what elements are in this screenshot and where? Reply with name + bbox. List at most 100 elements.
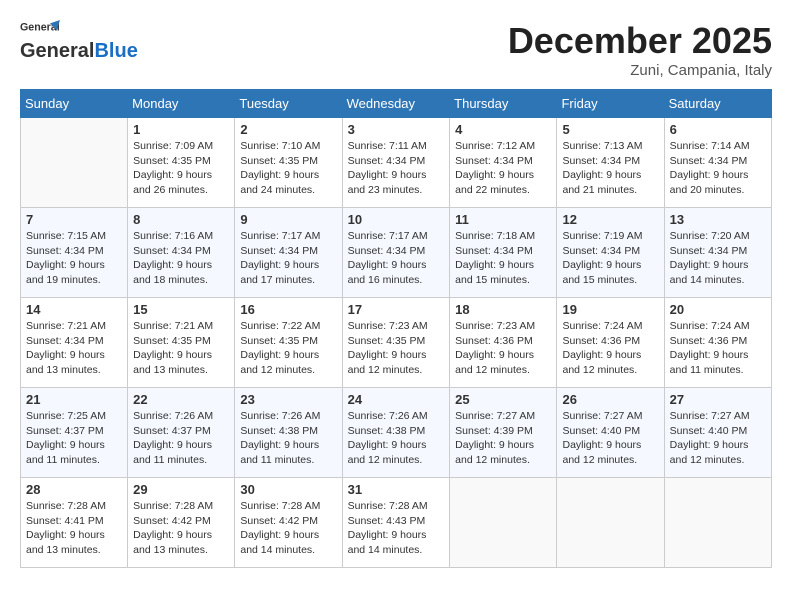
day-content: Sunrise: 7:17 AM Sunset: 4:34 PM Dayligh… <box>240 229 336 288</box>
day-number: 31 <box>348 482 445 497</box>
calendar-body: 1 Sunrise: 7:09 AM Sunset: 4:35 PM Daylig… <box>21 118 772 568</box>
day-number: 10 <box>348 212 445 227</box>
calendar-cell: 10 Sunrise: 7:17 AM Sunset: 4:34 PM Dayli… <box>342 208 450 298</box>
calendar-cell: 5Sunrise: 7:13 AM Sunset: 4:34 PM Daylig… <box>557 118 664 208</box>
location-subtitle: Zuni, Campania, Italy <box>508 62 772 79</box>
logo: General General Blue <box>20 20 138 63</box>
calendar-week-1: 1 Sunrise: 7:09 AM Sunset: 4:35 PM Daylig… <box>21 118 772 208</box>
day-number: 16 <box>240 302 336 317</box>
day-content: Sunrise: 7:17 AM Sunset: 4:34 PM Dayligh… <box>348 229 445 288</box>
day-number: 21 <box>26 392 122 407</box>
day-content: Sunrise: 7:27 AM Sunset: 4:39 PM Dayligh… <box>455 409 551 468</box>
day-header-saturday: Saturday <box>664 90 771 118</box>
day-number: 9 <box>240 212 336 227</box>
day-content: Sunrise: 7:26 AM Sunset: 4:38 PM Dayligh… <box>348 409 445 468</box>
calendar-cell: 1 Sunrise: 7:09 AM Sunset: 4:35 PM Daylig… <box>128 118 235 208</box>
day-number: 7 <box>26 212 122 227</box>
day-content: Sunrise: 7:22 AM Sunset: 4:35 PM Dayligh… <box>240 319 336 378</box>
day-number: 14 <box>26 302 122 317</box>
day-number: 5 <box>562 122 658 137</box>
day-content: Sunrise: 7:28 AM Sunset: 4:43 PM Dayligh… <box>348 499 445 558</box>
day-number: 22 <box>133 392 229 407</box>
day-number: 17 <box>348 302 445 317</box>
calendar-cell: 17 Sunrise: 7:23 AM Sunset: 4:35 PM Dayli… <box>342 298 450 388</box>
calendar-cell: 13 Sunrise: 7:20 AM Sunset: 4:34 PM Dayli… <box>664 208 771 298</box>
day-header-sunday: Sunday <box>21 90 128 118</box>
day-number: 15 <box>133 302 229 317</box>
day-content: Sunrise: 7:12 AM Sunset: 4:34 PM Dayligh… <box>455 139 551 198</box>
calendar-cell: 25 Sunrise: 7:27 AM Sunset: 4:39 PM Dayli… <box>450 388 557 478</box>
calendar-cell: 18Sunrise: 7:23 AM Sunset: 4:36 PM Dayli… <box>450 298 557 388</box>
day-number: 26 <box>562 392 658 407</box>
day-number: 27 <box>670 392 766 407</box>
day-number: 12 <box>562 212 658 227</box>
calendar-cell <box>664 478 771 568</box>
day-number: 2 <box>240 122 336 137</box>
day-content: Sunrise: 7:21 AM Sunset: 4:35 PM Dayligh… <box>133 319 229 378</box>
day-content: Sunrise: 7:15 AM Sunset: 4:34 PM Dayligh… <box>26 229 122 288</box>
day-number: 30 <box>240 482 336 497</box>
day-number: 6 <box>670 122 766 137</box>
day-content: Sunrise: 7:27 AM Sunset: 4:40 PM Dayligh… <box>670 409 766 468</box>
calendar-cell: 23 Sunrise: 7:26 AM Sunset: 4:38 PM Dayli… <box>235 388 342 478</box>
day-content: Sunrise: 7:10 AM Sunset: 4:35 PM Dayligh… <box>240 139 336 198</box>
day-header-monday: Monday <box>128 90 235 118</box>
calendar-cell: 7 Sunrise: 7:15 AM Sunset: 4:34 PM Daylig… <box>21 208 128 298</box>
day-content: Sunrise: 7:28 AM Sunset: 4:41 PM Dayligh… <box>26 499 122 558</box>
calendar-cell <box>557 478 664 568</box>
day-number: 1 <box>133 122 229 137</box>
calendar-cell: 30Sunrise: 7:28 AM Sunset: 4:42 PM Dayli… <box>235 478 342 568</box>
day-content: Sunrise: 7:21 AM Sunset: 4:34 PM Dayligh… <box>26 319 122 378</box>
day-content: Sunrise: 7:23 AM Sunset: 4:35 PM Dayligh… <box>348 319 445 378</box>
day-content: Sunrise: 7:24 AM Sunset: 4:36 PM Dayligh… <box>562 319 658 378</box>
calendar-week-3: 14 Sunrise: 7:21 AM Sunset: 4:34 PM Dayli… <box>21 298 772 388</box>
calendar-cell: 2 Sunrise: 7:10 AM Sunset: 4:35 PM Daylig… <box>235 118 342 208</box>
logo-general: General <box>20 40 94 63</box>
day-number: 25 <box>455 392 551 407</box>
calendar-cell: 26Sunrise: 7:27 AM Sunset: 4:40 PM Dayli… <box>557 388 664 478</box>
calendar-cell: 29 Sunrise: 7:28 AM Sunset: 4:42 PM Dayli… <box>128 478 235 568</box>
calendar-cell: 27 Sunrise: 7:27 AM Sunset: 4:40 PM Dayli… <box>664 388 771 478</box>
day-number: 13 <box>670 212 766 227</box>
day-content: Sunrise: 7:09 AM Sunset: 4:35 PM Dayligh… <box>133 139 229 198</box>
day-content: Sunrise: 7:24 AM Sunset: 4:36 PM Dayligh… <box>670 319 766 378</box>
day-number: 19 <box>562 302 658 317</box>
day-content: Sunrise: 7:14 AM Sunset: 4:34 PM Dayligh… <box>670 139 766 198</box>
day-content: Sunrise: 7:28 AM Sunset: 4:42 PM Dayligh… <box>133 499 229 558</box>
day-content: Sunrise: 7:26 AM Sunset: 4:37 PM Dayligh… <box>133 409 229 468</box>
day-number: 23 <box>240 392 336 407</box>
calendar-cell: 19 Sunrise: 7:24 AM Sunset: 4:36 PM Dayli… <box>557 298 664 388</box>
logo-svg: General <box>20 20 60 40</box>
day-content: Sunrise: 7:26 AM Sunset: 4:38 PM Dayligh… <box>240 409 336 468</box>
day-content: Sunrise: 7:20 AM Sunset: 4:34 PM Dayligh… <box>670 229 766 288</box>
calendar-cell: 20Sunrise: 7:24 AM Sunset: 4:36 PM Dayli… <box>664 298 771 388</box>
calendar-cell: 9 Sunrise: 7:17 AM Sunset: 4:34 PM Daylig… <box>235 208 342 298</box>
day-number: 29 <box>133 482 229 497</box>
calendar-cell: 14 Sunrise: 7:21 AM Sunset: 4:34 PM Dayli… <box>21 298 128 388</box>
calendar-cell <box>21 118 128 208</box>
calendar-cell: 3Sunrise: 7:11 AM Sunset: 4:34 PM Daylig… <box>342 118 450 208</box>
calendar-week-2: 7 Sunrise: 7:15 AM Sunset: 4:34 PM Daylig… <box>21 208 772 298</box>
day-content: Sunrise: 7:25 AM Sunset: 4:37 PM Dayligh… <box>26 409 122 468</box>
calendar-cell: 22 Sunrise: 7:26 AM Sunset: 4:37 PM Dayli… <box>128 388 235 478</box>
calendar-week-5: 28 Sunrise: 7:28 AM Sunset: 4:41 PM Dayli… <box>21 478 772 568</box>
calendar-cell: 24 Sunrise: 7:26 AM Sunset: 4:38 PM Dayli… <box>342 388 450 478</box>
day-header-tuesday: Tuesday <box>235 90 342 118</box>
title-section: December 2025 Zuni, Campania, Italy <box>508 20 772 79</box>
day-header-thursday: Thursday <box>450 90 557 118</box>
day-number: 4 <box>455 122 551 137</box>
calendar-cell <box>450 478 557 568</box>
day-content: Sunrise: 7:19 AM Sunset: 4:34 PM Dayligh… <box>562 229 658 288</box>
calendar-cell: 15 Sunrise: 7:21 AM Sunset: 4:35 PM Dayli… <box>128 298 235 388</box>
calendar-week-4: 21 Sunrise: 7:25 AM Sunset: 4:37 PM Dayli… <box>21 388 772 478</box>
day-header-friday: Friday <box>557 90 664 118</box>
page-header: General General Blue December 2025 Zuni,… <box>20 20 772 79</box>
calendar-cell: 12 Sunrise: 7:19 AM Sunset: 4:34 PM Dayli… <box>557 208 664 298</box>
day-number: 28 <box>26 482 122 497</box>
calendar-cell: 28 Sunrise: 7:28 AM Sunset: 4:41 PM Dayli… <box>21 478 128 568</box>
day-content: Sunrise: 7:11 AM Sunset: 4:34 PM Dayligh… <box>348 139 445 198</box>
calendar-cell: 6 Sunrise: 7:14 AM Sunset: 4:34 PM Daylig… <box>664 118 771 208</box>
calendar-header: SundayMondayTuesdayWednesdayThursdayFrid… <box>21 90 772 118</box>
day-number: 24 <box>348 392 445 407</box>
logo-blue: Blue <box>94 40 137 63</box>
